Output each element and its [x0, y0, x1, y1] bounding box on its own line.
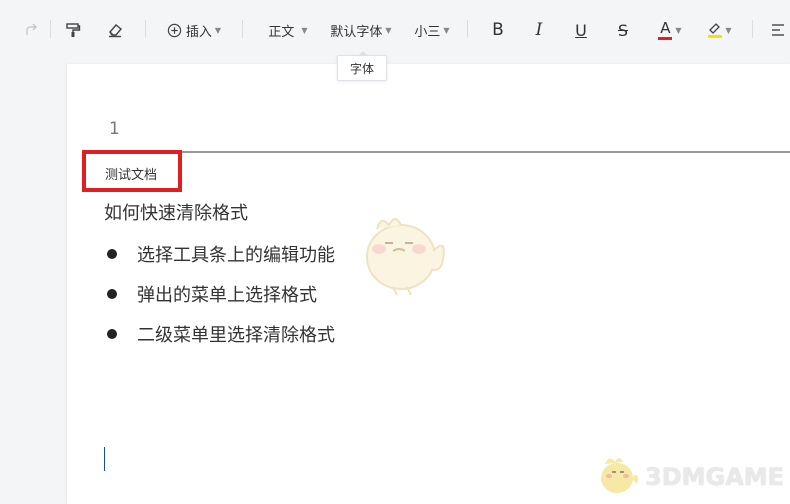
redo-icon	[23, 22, 39, 38]
bullet-list: 选择工具条上的编辑功能 弹出的菜单上选择格式 二级菜单里选择清除格式	[107, 234, 335, 354]
font-family-select[interactable]: 默认字体 ▼	[326, 18, 396, 42]
align-button[interactable]	[768, 18, 788, 42]
chevron-down-icon: ▼	[443, 25, 450, 35]
watermark-mascot-icon	[595, 452, 641, 502]
clear-format-button[interactable]	[104, 18, 126, 42]
toolbar-divider	[467, 20, 468, 38]
chevron-down-icon: ▼	[214, 25, 222, 35]
paragraph-style-select[interactable]: 正文 ▼	[262, 18, 314, 42]
font-size-select[interactable]: 小三 ▼	[410, 18, 454, 42]
text-cursor	[104, 447, 105, 471]
list-item[interactable]: 二级菜单里选择清除格式	[107, 314, 335, 354]
bullet-icon	[107, 249, 117, 259]
insert-label: 插入	[185, 24, 212, 40]
toolbar-divider	[752, 20, 753, 38]
insert-menu-button[interactable]: 插入 ▼	[162, 18, 226, 42]
bullet-icon	[107, 329, 117, 339]
header-divider	[85, 151, 790, 153]
font-color-button[interactable]: A ▼	[652, 18, 688, 42]
toolbar-divider	[242, 20, 243, 38]
highlight-annotation-box	[82, 150, 182, 192]
redo-button[interactable]	[20, 18, 42, 42]
highlight-button[interactable]: ▼	[702, 18, 738, 42]
font-size-value: 小三	[414, 24, 441, 40]
list-item-text: 选择工具条上的编辑功能	[137, 245, 335, 266]
list-item-text: 弹出的菜单上选择格式	[137, 285, 317, 306]
font-family-value: 默认字体	[330, 24, 383, 40]
list-item[interactable]: 弹出的菜单上选择格式	[107, 274, 335, 314]
strikethrough-button[interactable]: S	[611, 18, 635, 42]
watermark-text: 3DMGAME	[645, 463, 785, 491]
italic-icon: I	[535, 20, 543, 40]
plus-circle-icon	[167, 23, 182, 38]
format-painter-button[interactable]	[62, 18, 84, 42]
bold-button[interactable]: B	[486, 18, 510, 42]
list-item-text: 二级菜单里选择清除格式	[137, 325, 335, 346]
italic-button[interactable]: I	[527, 18, 551, 42]
strikethrough-icon: S	[617, 20, 629, 40]
chevron-down-icon: ▼	[675, 25, 682, 35]
chevron-down-icon: ▼	[725, 25, 732, 35]
font-tooltip: 字体	[337, 55, 387, 81]
align-left-icon	[770, 23, 786, 37]
chevron-down-icon: ▼	[385, 25, 392, 35]
page-number: 1	[109, 119, 120, 139]
document-page[interactable]: 1 测试文档 如何快速清除格式 选择工具条上的编辑功能 弹出的菜单上选择格式 二…	[67, 64, 790, 504]
document-heading[interactable]: 如何快速清除格式	[104, 199, 248, 225]
font-color-icon: A	[658, 18, 673, 40]
format-painter-icon	[65, 22, 81, 38]
paragraph-style-value: 正文	[268, 24, 295, 40]
font-color-letter: A	[660, 18, 671, 37]
site-watermark: 3DMGAME	[595, 452, 784, 502]
toolbar-divider	[145, 20, 146, 38]
toolbar-divider	[50, 20, 51, 38]
underline-icon: U	[575, 20, 587, 40]
list-item[interactable]: 选择工具条上的编辑功能	[107, 234, 335, 274]
highlighter-icon	[708, 22, 723, 38]
mascot-watermark-icon	[357, 207, 449, 301]
bullet-icon	[107, 289, 117, 299]
underline-button[interactable]: U	[569, 18, 593, 42]
eraser-icon	[107, 22, 123, 38]
chevron-down-icon: ▼	[301, 25, 308, 35]
bold-icon: B	[492, 20, 504, 40]
toolbar: 插入 ▼ 正文 ▼ 默认字体 ▼ 小三 ▼ B I U S A ▼ ▼	[0, 0, 790, 58]
